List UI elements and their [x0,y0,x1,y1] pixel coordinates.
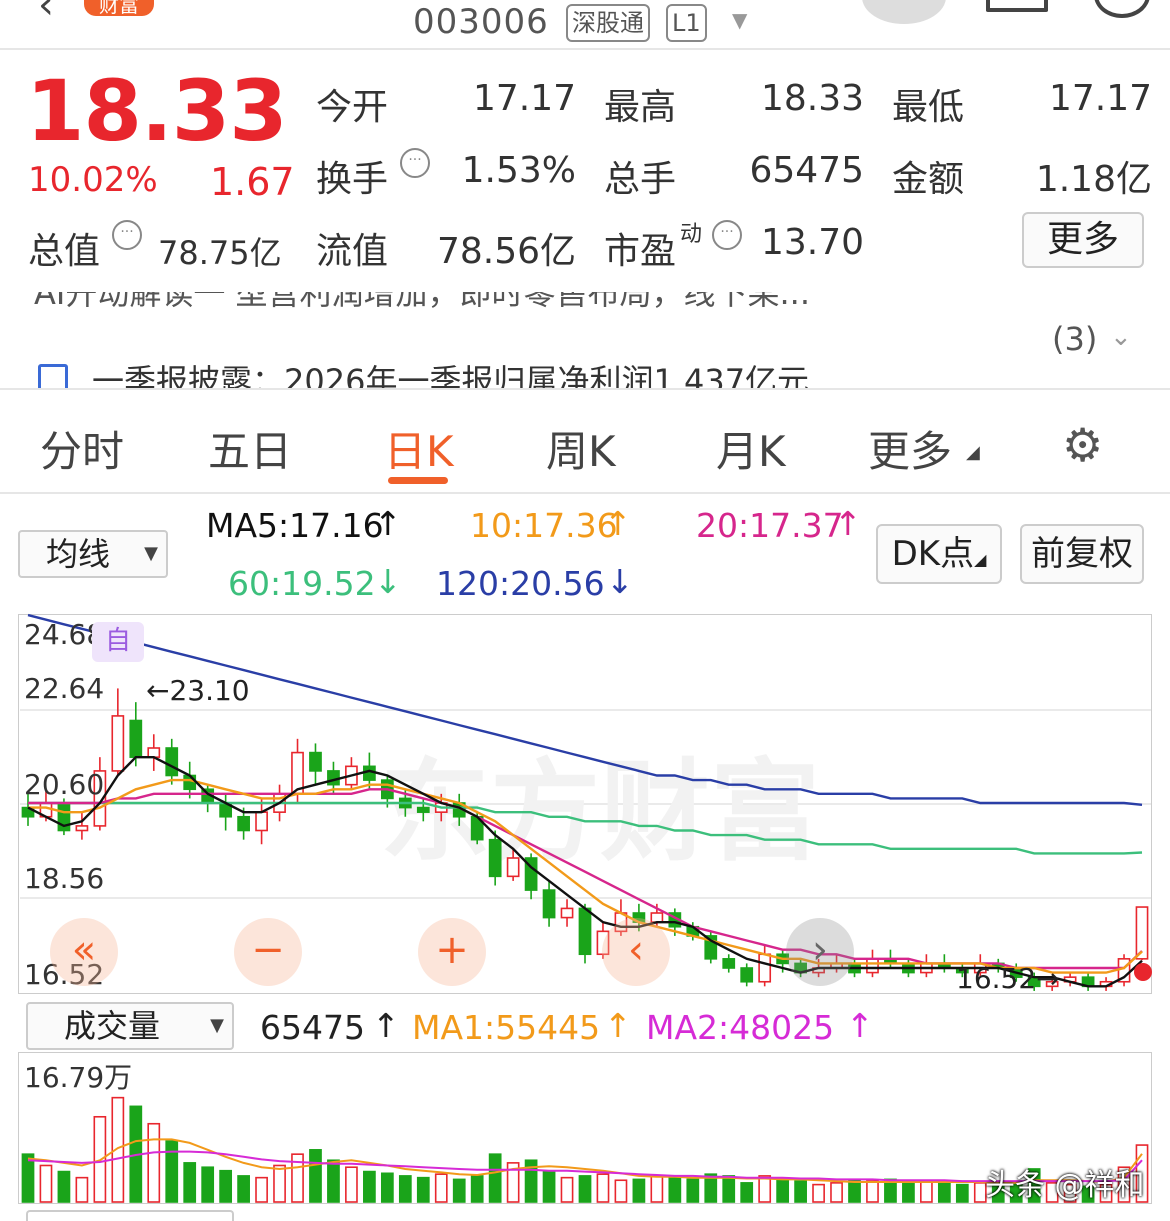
volume-bar [668,1176,682,1203]
volume-bar [201,1166,215,1203]
volume-bar [57,1170,71,1203]
volume-bar [39,1164,53,1203]
volume-bar [848,1179,861,1203]
volume-bar [165,1140,179,1203]
volume-bar [363,1170,376,1203]
volume-bar [380,1172,394,1203]
volume-bar [812,1183,825,1203]
volume-bar [650,1175,664,1203]
volume-bar [578,1175,592,1203]
volume-bar [273,1164,286,1203]
volume-bar [542,1170,556,1203]
volume-bar [937,1182,951,1203]
volume-bar [758,1175,772,1203]
volume-bar [327,1159,340,1203]
volume-bar [255,1176,268,1203]
volume-bar [722,1175,736,1203]
volume-bar [147,1122,161,1203]
volume-bar [902,1182,915,1203]
volume-chart[interactable] [0,0,1170,1221]
volume-bar [955,1183,969,1203]
volume-bar [632,1178,646,1203]
volume-bar [488,1153,502,1203]
volume-bar [596,1173,610,1203]
volume-bar [470,1175,484,1203]
volume-bar [830,1182,843,1203]
volume-bar [309,1149,322,1203]
next-panel-stub [26,1210,234,1221]
volume-bar [794,1180,807,1203]
volume-bar [866,1180,879,1203]
volume-bar [686,1178,700,1203]
volume-bar [920,1180,933,1203]
volume-bar [237,1175,250,1203]
volume-y-top: 16.79万 [24,1061,133,1094]
volume-bar [614,1179,628,1203]
volume-bar [183,1162,197,1203]
volume-bar [345,1166,358,1203]
volume-bar [416,1176,430,1203]
volume-bar [398,1175,412,1203]
volume-bar [75,1176,89,1203]
source-watermark: 头条 @祥和 [985,1168,1145,1203]
volume-bar [776,1178,790,1203]
volume-bar [560,1176,574,1203]
volume-bar [219,1169,233,1203]
volume-bar [452,1178,466,1203]
volume-bar [740,1182,754,1203]
volume-bar [434,1173,448,1203]
